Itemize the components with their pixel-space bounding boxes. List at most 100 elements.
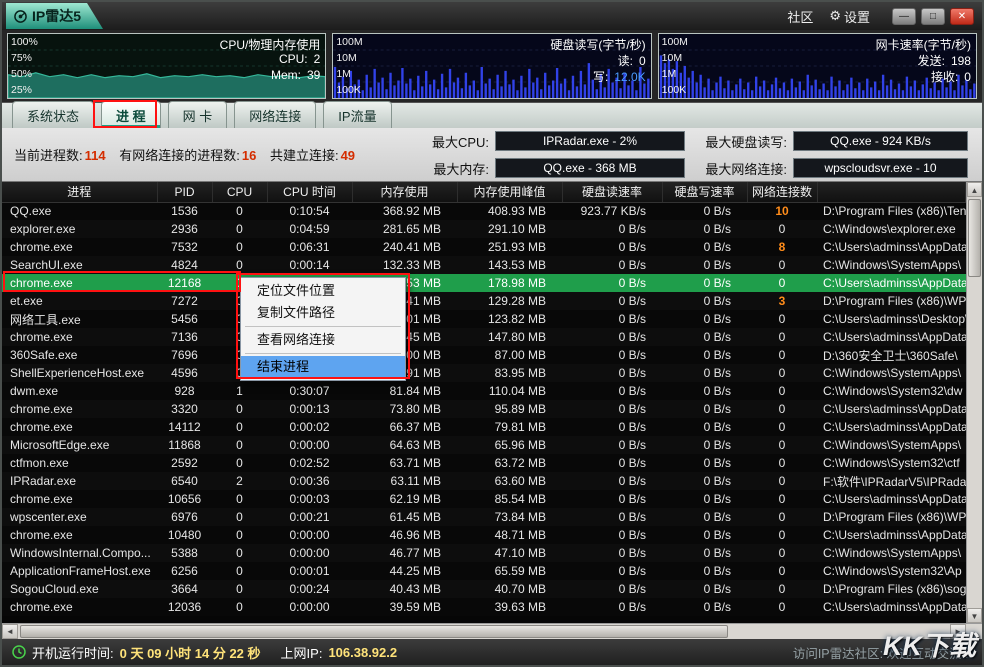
- col-header-memory[interactable]: 内存使用: [352, 182, 457, 202]
- vertical-scrollbar[interactable]: ▲ ▼: [966, 182, 982, 623]
- cell-disk-write: 0 B/s: [662, 508, 747, 526]
- table-row[interactable]: WindowsInternal.Compo...538800:00:0046.7…: [2, 544, 966, 562]
- table-row[interactable]: chrome.exe1065600:00:0362.19 MB85.54 MB0…: [2, 490, 966, 508]
- maximize-button[interactable]: □: [921, 8, 945, 25]
- col-header-disk-write[interactable]: 硬盘写速率: [662, 182, 747, 202]
- col-header-process[interactable]: 进程: [2, 182, 157, 202]
- cell-path: C:\Users\adminss\AppData: [817, 400, 966, 418]
- cell-pid: 10656: [157, 490, 212, 508]
- table-row[interactable]: explorer.exe293600:04:59281.65 MB291.10 …: [2, 220, 966, 238]
- scroll-down-arrow-icon[interactable]: ▼: [967, 608, 982, 623]
- cell-disk-write: 0 B/s: [662, 328, 747, 346]
- cell-memory: 62.19 MB: [352, 490, 457, 508]
- table-row[interactable]: MicrosoftEdge.exe1186800:00:0064.63 MB65…: [2, 436, 966, 454]
- cell-process-name: wpscenter.exe: [2, 508, 157, 526]
- table-row[interactable]: chrome.exe753200:06:31240.41 MB251.93 MB…: [2, 238, 966, 256]
- cell-cpu-time: 0:00:00: [267, 526, 352, 544]
- table-row[interactable]: chrome.exe1411200:00:0266.37 MB79.81 MB0…: [2, 418, 966, 436]
- tab-system-status[interactable]: 系统状态: [12, 101, 94, 128]
- cell-net-connections: 0: [747, 580, 817, 598]
- cell-disk-read: 0 B/s: [562, 418, 662, 436]
- scroll-right-arrow-icon[interactable]: ►: [950, 624, 966, 639]
- table-row[interactable]: ShellExperienceHost.exe459600:00:1882.91…: [2, 364, 966, 382]
- col-header-pid[interactable]: PID: [157, 182, 212, 202]
- table-row[interactable]: IPRadar.exe654020:00:3663.11 MB63.60 MB0…: [2, 472, 966, 490]
- table-row[interactable]: chrome.exe1203600:00:0039.59 MB39.63 MB0…: [2, 598, 966, 616]
- cell-memory-peak: 147.80 MB: [457, 328, 562, 346]
- col-header-memory-peak[interactable]: 内存使用峰值: [457, 182, 562, 202]
- cell-net-connections: 0: [747, 400, 817, 418]
- menu-item-view-connections[interactable]: 查看网络连接: [241, 329, 405, 351]
- col-header-path[interactable]: [817, 182, 966, 202]
- table-row[interactable]: 网络工具.exe545600:00:09124.01 MB123.82 MB0 …: [2, 310, 966, 328]
- cell-process-name: chrome.exe: [2, 418, 157, 436]
- cpu-memory-graph: 100% 75% 50% 25% CPU/物理内存使用 CPU:2 Mem:39: [7, 33, 326, 99]
- table-row[interactable]: SearchUI.exe482400:00:14132.33 MB143.53 …: [2, 256, 966, 274]
- close-button[interactable]: ✕: [950, 8, 974, 25]
- settings-button[interactable]: ⚙设置: [829, 7, 870, 26]
- menu-item-copy-path[interactable]: 复制文件路径: [241, 302, 405, 324]
- cell-cpu: 0: [212, 436, 267, 454]
- table-row[interactable]: chrome.exe332000:00:1373.80 MB95.89 MB0 …: [2, 400, 966, 418]
- cell-disk-read: 0 B/s: [562, 346, 662, 364]
- menu-item-locate-file[interactable]: 定位文件位置: [241, 280, 405, 302]
- table-row[interactable]: chrome.exe1048000:00:0046.96 MB48.71 MB0…: [2, 526, 966, 544]
- table-row[interactable]: ctfmon.exe259200:02:5263.71 MB63.72 MB0 …: [2, 454, 966, 472]
- table-row[interactable]: 360Safe.exe769600:00:3086.00 MB87.00 MB0…: [2, 346, 966, 364]
- cell-cpu-time: 0:00:13: [267, 400, 352, 418]
- col-header-cpu[interactable]: CPU: [212, 182, 267, 202]
- table-row[interactable]: chrome.exe1216800:00:06133.53 MB178.98 M…: [2, 274, 966, 292]
- cell-cpu-time: 0:00:36: [267, 472, 352, 490]
- tab-processes[interactable]: 进 程: [101, 101, 161, 128]
- cell-memory: 240.41 MB: [352, 238, 457, 256]
- community-link[interactable]: 社区: [787, 7, 813, 26]
- cell-memory: 281.65 MB: [352, 220, 457, 238]
- cell-path: F:\软件\IPRadarV5\IPRadar: [817, 472, 966, 490]
- cpu-scale-25: 25%: [11, 85, 32, 95]
- horizontal-scroll-thumb[interactable]: [20, 625, 728, 638]
- col-header-disk-read[interactable]: 硬盘读速率: [562, 182, 662, 202]
- clock-icon: [12, 645, 26, 659]
- tab-ip-traffic[interactable]: IP流量: [323, 101, 391, 128]
- title-bar[interactable]: IP雷达5 社区 ⚙设置 — □ ✕: [2, 2, 982, 30]
- cell-disk-read: 0 B/s: [562, 562, 662, 580]
- connection-count: 49: [341, 148, 355, 163]
- horizontal-scroll-track[interactable]: [18, 624, 950, 639]
- scroll-left-arrow-icon[interactable]: ◄: [2, 624, 18, 639]
- table-row[interactable]: chrome.exe713600:01:04141.45 MB147.80 MB…: [2, 328, 966, 346]
- table-row[interactable]: et.exe727200:00:52127.41 MB129.28 MB0 B/…: [2, 292, 966, 310]
- net-process-count: 16: [242, 148, 256, 163]
- minimize-button[interactable]: —: [892, 8, 916, 25]
- table-row[interactable]: wpscenter.exe697600:00:2161.45 MB73.84 M…: [2, 508, 966, 526]
- cell-cpu: 0: [212, 508, 267, 526]
- net-scale-100k: 100K: [662, 85, 687, 95]
- vertical-scroll-track[interactable]: [967, 197, 982, 608]
- cell-memory-peak: 408.93 MB: [457, 202, 562, 220]
- menu-separator: [245, 353, 401, 354]
- table-header-row[interactable]: 进程 PID CPU CPU 时间 内存使用 内存使用峰值 硬盘读速率 硬盘写速…: [2, 182, 966, 202]
- cell-net-connections: 0: [747, 598, 817, 616]
- table-row[interactable]: dwm.exe92810:30:0781.84 MB110.04 MB0 B/s…: [2, 382, 966, 400]
- tab-network-card[interactable]: 网 卡: [168, 101, 228, 128]
- net-scale-100m: 100M: [662, 37, 688, 47]
- cell-process-name: dwm.exe: [2, 382, 157, 400]
- max-mem-label: 最大内存:: [411, 159, 489, 178]
- table-row[interactable]: ApplicationFrameHost.exe625600:00:0144.2…: [2, 562, 966, 580]
- tab-network-connections[interactable]: 网络连接: [234, 101, 316, 128]
- col-header-net-connections[interactable]: 网络连接数: [747, 182, 817, 202]
- table-row[interactable]: QQ.exe153600:10:54368.92 MB408.93 MB923.…: [2, 202, 966, 220]
- scroll-up-arrow-icon[interactable]: ▲: [967, 182, 982, 197]
- max-conn-label: 最大网络连接:: [691, 159, 787, 178]
- cell-memory: 46.96 MB: [352, 526, 457, 544]
- cell-net-connections: 0: [747, 490, 817, 508]
- menu-item-kill-process[interactable]: 结束进程: [241, 356, 405, 378]
- horizontal-scrollbar[interactable]: ◄ ►: [2, 623, 982, 639]
- cell-pid: 3664: [157, 580, 212, 598]
- vertical-scroll-thumb[interactable]: [968, 199, 981, 277]
- col-header-cpu-time[interactable]: CPU 时间: [267, 182, 352, 202]
- cell-net-connections: 0: [747, 382, 817, 400]
- cell-pid: 6540: [157, 472, 212, 490]
- cell-cpu-time: 0:00:01: [267, 562, 352, 580]
- table-row[interactable]: SogouCloud.exe366400:00:2440.43 MB40.70 …: [2, 580, 966, 598]
- uptime-value: 0 天 09 小时 14 分 22 秒: [120, 643, 261, 662]
